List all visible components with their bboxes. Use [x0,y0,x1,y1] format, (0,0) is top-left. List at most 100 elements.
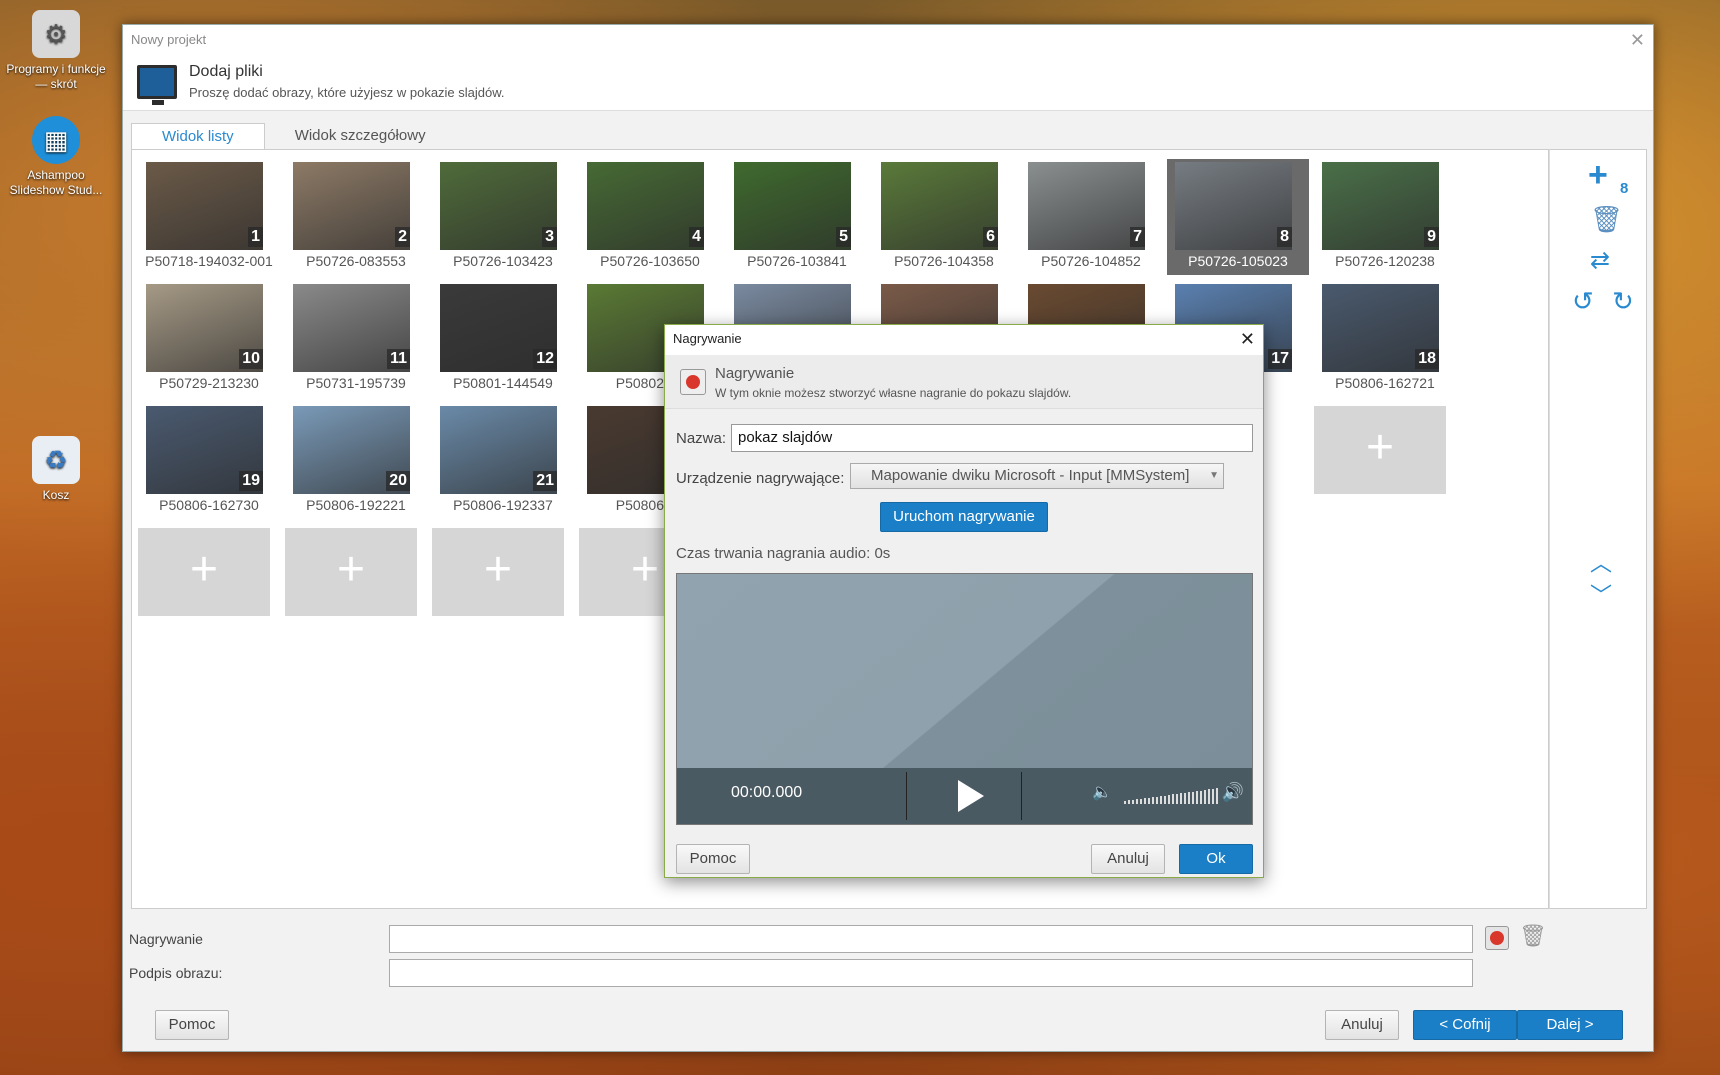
volume-bar [1140,798,1142,804]
rotate-left-icon[interactable]: ↺ [1572,286,1594,317]
help-button[interactable]: Pomoc [155,1010,229,1040]
volume-bar [1168,794,1170,804]
thumbnail-item[interactable]: 12 P50801-144549 [432,281,574,397]
thumbnail-item[interactable]: 9 P50726-120238 [1314,159,1456,275]
volume-bar [1136,799,1138,804]
thumbnail-item[interactable]: 19 P50806-162730 [138,403,280,519]
caption-label: Podpis obrazu: [129,965,223,981]
recording-label: Nagrywanie [129,931,203,947]
thumbnail-number: 7 [1130,227,1145,247]
add-image-tile[interactable]: + [1314,406,1446,494]
thumbnail-number: 17 [1268,349,1292,369]
desktop-icon-programs[interactable]: ⚙ Programy i funkcje — skrót [0,10,112,92]
add-files-icon[interactable]: + [1588,156,1608,195]
volume-bar [1152,797,1154,804]
thumbnail-number: 5 [836,227,851,247]
close-icon[interactable]: ✕ [1630,25,1645,55]
record-button[interactable] [1485,926,1509,950]
thumbnail-number: 18 [1415,349,1439,369]
thumbnail-caption: P50806-192221 [306,497,406,513]
tab-list-view[interactable]: Widok listy [131,123,265,149]
device-select-value: Mapowanie dwiku Microsoft - Input [MMSys… [871,467,1190,484]
move-down-icon[interactable]: ﹀ [1590,578,1612,610]
dialog-ok-button[interactable]: Ok [1179,844,1253,874]
thumbnail-image [734,162,851,250]
add-image-tile[interactable]: + [285,528,417,616]
play-icon[interactable] [958,780,984,812]
start-recording-button[interactable]: Uruchom nagrywanie [880,502,1048,532]
tab-detail-view[interactable]: Widok szczegółowy [265,123,456,149]
device-select[interactable]: Mapowanie dwiku Microsoft - Input [MMSys… [850,463,1224,489]
volume-bar [1156,796,1158,804]
caption-field[interactable] [389,959,1473,987]
page-subtitle: Proszę dodać obrazy, które użyjesz w pok… [189,85,505,100]
dialog-description: W tym oknie możesz stworzyć własne nagra… [715,386,1072,400]
thumbnail-caption: P50726-103841 [747,253,847,269]
thumbnail-caption: P50726-105023 [1188,253,1288,269]
thumbnail-item[interactable]: 10 P50729-213230 [138,281,280,397]
delete-recording-icon[interactable]: 🗑 [1519,923,1547,949]
thumbnail-item[interactable]: 18 P50806-162721 [1314,281,1456,397]
desktop-icon-label: Kosz [42,488,70,502]
thumbnail-item[interactable]: 11 P50731-195739 [285,281,427,397]
thumbnail-item[interactable]: 20 P50806-192221 [285,403,427,519]
thumbnail-item[interactable]: 2 P50726-083553 [285,159,427,275]
thumbnail-caption: P50806-162730 [159,497,259,513]
volume-bar [1212,788,1214,804]
volume-bar [1164,795,1166,804]
thumbnail-item[interactable]: 3 P50726-103423 [432,159,574,275]
add-image-tile[interactable]: + [138,528,270,616]
thumbnail-item[interactable]: 1 P50718-194032-001 [138,159,280,275]
volume-bar [1128,800,1130,804]
thumbnail-item[interactable]: 4 P50726-103650 [579,159,721,275]
thumbnail-item[interactable]: 8 P50726-105023 [1167,159,1309,275]
divider [1021,772,1022,820]
thumbnail-image [146,162,263,250]
thumbnail-caption: P50726-083553 [306,253,406,269]
thumbnail-number: 3 [542,227,557,247]
device-label: Urządzenie nagrywające: [676,470,845,487]
monitor-icon [137,65,177,105]
volume-max-icon[interactable]: 🔊 [1222,782,1244,803]
recording-field[interactable] [389,925,1473,953]
add-image-tile[interactable]: + [432,528,564,616]
thumbnail-number: 2 [395,227,410,247]
thumbnail-number: 12 [533,349,557,369]
thumbnail-number: 20 [386,471,410,491]
dialog-help-button[interactable]: Pomoc [676,844,750,874]
thumbnail-item[interactable]: 21 P50806-192337 [432,403,574,519]
thumbnail-image [1028,162,1145,250]
dialog-cancel-button[interactable]: Anuluj [1091,844,1165,874]
cancel-button[interactable]: Anuluj [1325,1010,1399,1040]
thumbnail-caption: P50801-144549 [453,375,553,391]
thumbnail-item[interactable]: 5 P50726-103841 [726,159,868,275]
thumbnail-caption: P50729-213230 [159,375,259,391]
rotate-right-icon[interactable]: ↻ [1612,286,1634,317]
record-icon [680,369,706,395]
desktop-icon-ashampoo[interactable]: ▦ Ashampoo Slideshow Stud... [0,116,112,198]
volume-bar [1172,794,1174,804]
desktop-icon-recycle-bin[interactable]: ♻ Kosz [0,436,112,503]
volume-bar [1200,790,1202,804]
desktop-icon-label: Ashampoo Slideshow Stud... [9,168,103,197]
thumbnail-caption: P50726-104358 [894,253,994,269]
mute-icon[interactable]: 🔈 [1092,782,1112,802]
volume-bar [1184,792,1186,804]
name-input[interactable]: pokaz slajdów [731,424,1253,452]
thumbnail-number: 11 [387,349,410,369]
move-up-icon[interactable]: ︿ [1590,546,1612,578]
recycle-bin-icon: ♻ [32,436,80,484]
volume-slider[interactable] [1124,788,1218,804]
thumbnail-caption: P50726-120238 [1335,253,1435,269]
thumbnail-image [881,162,998,250]
delete-icon[interactable]: 🗑 [1590,204,1623,235]
file-count-badge: 8 [1620,180,1629,197]
back-button[interactable]: < Cofnij [1413,1010,1517,1040]
thumbnail-item[interactable]: 7 P50726-104852 [1020,159,1162,275]
shuffle-icon[interactable]: ⇄ [1590,246,1610,275]
thumbnail-item[interactable]: 6 P50726-104358 [873,159,1015,275]
next-button[interactable]: Dalej > [1517,1010,1623,1040]
close-icon[interactable]: ✕ [1240,325,1255,353]
thumbnail-image [1322,162,1439,250]
volume-bar [1160,796,1162,804]
